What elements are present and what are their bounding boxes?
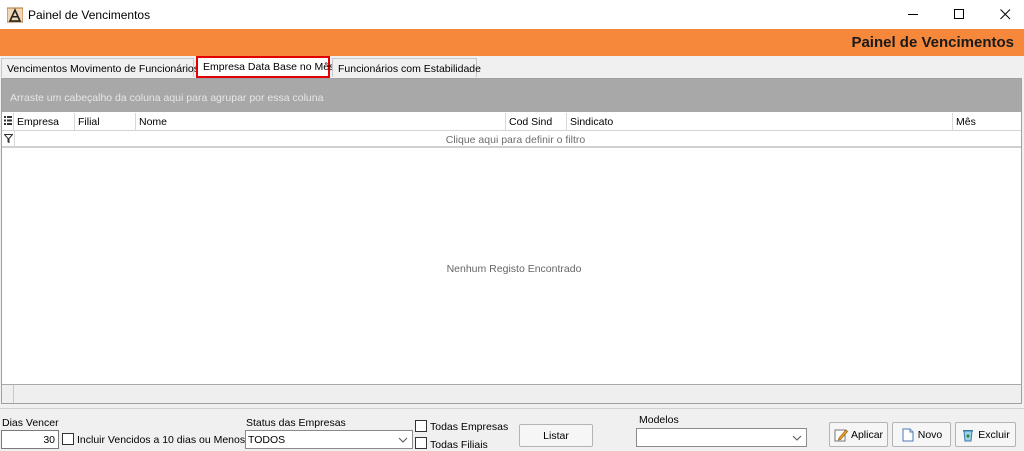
tab-vencimentos-movimento[interactable]: Vencimentos Movimento de Funcionários — [1, 58, 199, 77]
maximize-button[interactable] — [936, 0, 982, 29]
tab-funcionarios-estabilidade[interactable]: Funcionários com Estabilidade — [332, 58, 481, 77]
app-icon — [7, 7, 23, 23]
todas-filiais-checkbox[interactable] — [415, 437, 427, 449]
group-by-panel[interactable]: Arraste um cabeçalho da coluna aqui para… — [2, 79, 1021, 112]
novo-button[interactable]: Novo — [892, 422, 951, 447]
empty-message: Nenhum Registo Encontrado — [446, 263, 582, 275]
chevron-down-icon — [792, 435, 802, 441]
grid-footer — [2, 384, 1021, 403]
aplicar-label: Aplicar — [850, 428, 884, 441]
filter-hint: Clique aqui para definir o filtro — [445, 134, 586, 146]
dias-vencer-label: Dias Vencer — [2, 417, 59, 429]
recycle-bin-icon — [963, 429, 974, 441]
column-header-mes[interactable]: Mês — [953, 113, 1021, 130]
new-document-icon — [902, 428, 914, 441]
edit-icon — [834, 428, 848, 441]
close-icon — [999, 9, 1010, 20]
header-banner: Painel de Vencimentos — [0, 29, 1024, 56]
panel-divider — [0, 408, 1024, 409]
banner-title: Painel de Vencimentos — [851, 34, 1014, 51]
status-empresas-select[interactable]: TODOS — [245, 430, 413, 449]
excluir-button[interactable]: Excluir — [955, 422, 1016, 447]
modelos-select[interactable] — [636, 428, 807, 447]
filter-row[interactable]: Clique aqui para definir o filtro — [2, 131, 1021, 148]
column-header-nome[interactable]: Nome — [136, 113, 506, 130]
tab-empresa-data-base[interactable]: Empresa Data Base no Mês — [196, 56, 334, 78]
column-header-cod-sind[interactable]: Cod Sind — [506, 113, 567, 130]
data-grid: Arraste um cabeçalho da coluna aqui para… — [1, 78, 1022, 404]
column-header-filial[interactable]: Filial — [75, 113, 136, 130]
minimize-icon — [907, 14, 918, 15]
todas-empresas-label: Todas Empresas — [430, 421, 509, 433]
status-empresas-value: TODOS — [248, 434, 286, 446]
dias-vencer-input[interactable]: 30 — [1, 430, 59, 449]
status-empresas-label: Status das Empresas — [246, 417, 346, 429]
incluir-vencidos-checkbox[interactable] — [62, 433, 74, 445]
chevron-down-icon — [398, 437, 408, 443]
excluir-label: Excluir — [978, 428, 1010, 441]
novo-label: Novo — [917, 428, 943, 441]
grid-header-row: Empresa Filial Nome Cod Sind Sindicato M… — [2, 113, 1021, 131]
modelos-label: Modelos — [639, 414, 679, 426]
column-chooser-icon[interactable] — [2, 113, 14, 130]
window-title: Painel de Vencimentos — [28, 7, 151, 22]
aplicar-button[interactable]: Aplicar — [829, 422, 888, 447]
minimize-button[interactable] — [890, 0, 936, 29]
todas-filiais-label: Todas Filiais — [430, 439, 488, 451]
close-button[interactable] — [982, 0, 1024, 29]
column-header-empresa[interactable]: Empresa — [14, 113, 75, 130]
title-bar: Painel de Vencimentos — [0, 0, 1024, 29]
todas-empresas-checkbox[interactable] — [415, 420, 427, 432]
incluir-vencidos-label: Incluir Vencidos a 10 dias ou Menos — [77, 434, 246, 446]
maximize-icon — [953, 9, 964, 19]
listar-button[interactable]: Listar — [519, 424, 593, 447]
tab-strip: Vencimentos Movimento de Funcionários Em… — [0, 56, 1024, 78]
footer-indicator-cell — [2, 385, 14, 403]
column-header-sindicato[interactable]: Sindicato — [567, 113, 953, 130]
